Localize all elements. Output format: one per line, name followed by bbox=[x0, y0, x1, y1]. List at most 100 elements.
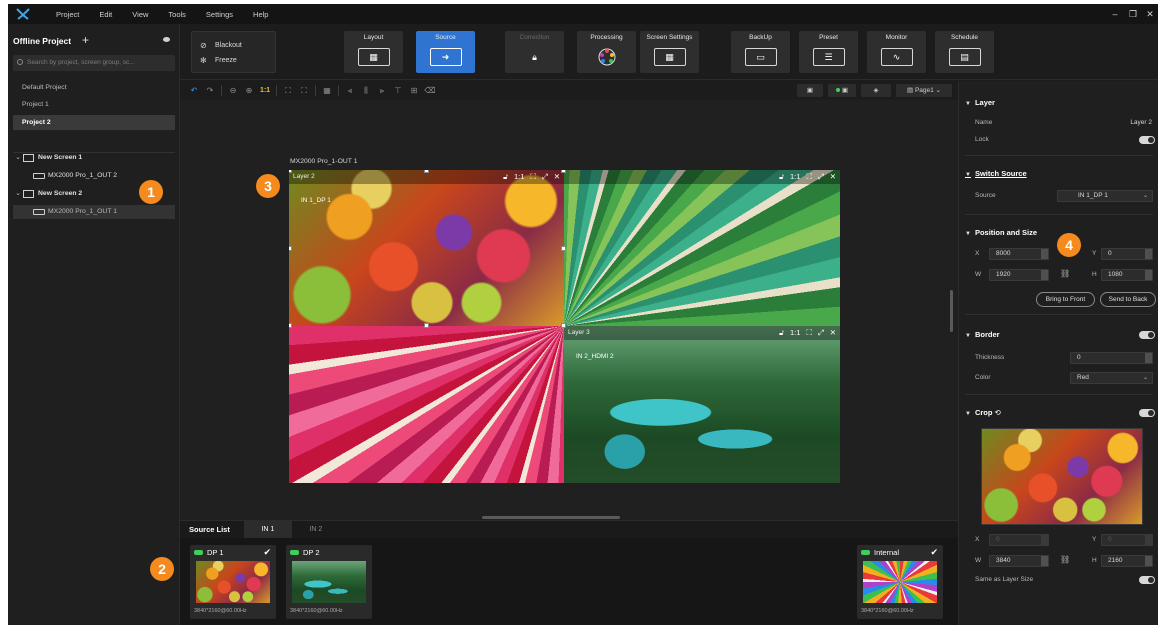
border-title[interactable]: ▼ Border bbox=[965, 330, 1000, 339]
zoom-1-1-button[interactable]: 1:1 bbox=[514, 172, 524, 182]
tree-screen-1[interactable]: ⌄ New Screen 1 bbox=[13, 151, 175, 165]
spinner-icon[interactable] bbox=[1041, 556, 1048, 566]
undo-icon[interactable]: ↶ bbox=[186, 86, 202, 95]
chevron-down-icon[interactable]: ⌄ bbox=[13, 151, 23, 165]
crop-h-input[interactable]: 2160 bbox=[1101, 555, 1153, 567]
close-layer-icon[interactable]: ✕ bbox=[830, 328, 836, 338]
layers-view-button[interactable]: ◈ bbox=[861, 84, 891, 97]
menu-tools[interactable]: Tools bbox=[158, 10, 196, 19]
close-layer-icon[interactable]: ✕ bbox=[830, 172, 836, 182]
source-card-internal[interactable]: Internal ✔ 3840*2160@60.00Hz bbox=[857, 545, 943, 619]
w-input[interactable]: 1920 bbox=[989, 269, 1049, 281]
menu-edit[interactable]: Edit bbox=[89, 10, 122, 19]
screen-preview[interactable]: Layer 2 IN 1_DP 1 🔓︎ 1:1 ⛶ ⤢ ✕ 🔓︎ 1:1 ⛶ … bbox=[289, 170, 840, 483]
crop-w-input[interactable]: 3840 bbox=[989, 555, 1049, 567]
fullscreen-icon[interactable]: ⤢ bbox=[818, 328, 824, 338]
tree-output-1[interactable]: MX2000 Pro_1_OUT 1 bbox=[13, 205, 175, 219]
menu-help[interactable]: Help bbox=[243, 10, 278, 19]
resize-handle[interactable] bbox=[289, 323, 292, 328]
fit-screen-icon[interactable]: ⛶ bbox=[280, 86, 296, 96]
spinner-icon[interactable] bbox=[1145, 556, 1152, 566]
resize-handle[interactable] bbox=[289, 170, 292, 173]
collapse-icon[interactable]: ▼ bbox=[965, 333, 971, 339]
collapse-icon[interactable]: ▼ bbox=[965, 172, 971, 178]
close-button[interactable]: ✕ bbox=[1141, 4, 1158, 24]
x-input[interactable]: 8000 bbox=[989, 248, 1049, 260]
screen-view-button[interactable]: ▣ bbox=[797, 84, 823, 97]
horizontal-scrollbar[interactable] bbox=[482, 516, 620, 519]
toolbar-backup-button[interactable]: BackUp ▭ bbox=[731, 31, 790, 73]
resize-handle[interactable] bbox=[289, 246, 292, 251]
fullscreen-icon[interactable]: ⤢ bbox=[818, 172, 824, 182]
fit-layer-icon[interactable]: ⛶ bbox=[296, 86, 312, 96]
resize-handle[interactable] bbox=[424, 170, 429, 173]
tab-in-1[interactable]: IN 1 bbox=[243, 521, 292, 538]
resize-handle[interactable] bbox=[561, 170, 566, 173]
align-top-icon[interactable]: ⊤ bbox=[390, 86, 406, 95]
freeze-button[interactable]: ✻ Freeze bbox=[200, 56, 237, 65]
blackout-button[interactable]: ⊘ Blackout bbox=[200, 41, 242, 50]
source-card-dp2[interactable]: DP 2 3840*2160@60.00Hz bbox=[286, 545, 372, 619]
vertical-scrollbar[interactable] bbox=[950, 290, 953, 332]
resize-handle[interactable] bbox=[561, 246, 566, 251]
zoom-out-icon[interactable]: ⊖ bbox=[225, 86, 241, 95]
search-input[interactable]: Search by project, screen group, sc... bbox=[13, 55, 175, 71]
toolbar-source-button[interactable]: Source ➜ bbox=[416, 31, 475, 73]
crop-preview[interactable] bbox=[981, 428, 1143, 525]
close-layer-icon[interactable]: ✕ bbox=[554, 172, 560, 182]
chevron-down-icon[interactable]: ⌄ bbox=[13, 187, 23, 201]
toolbar-layout-button[interactable]: Layout ▦ bbox=[344, 31, 403, 73]
toolbar-monitor-button[interactable]: Monitor ∿ bbox=[867, 31, 926, 73]
spinner-icon[interactable] bbox=[1041, 270, 1048, 280]
project-item-default[interactable]: Default Project bbox=[13, 80, 175, 95]
unlock-icon[interactable]: 🔓︎ bbox=[779, 172, 784, 182]
add-project-icon[interactable]: + bbox=[82, 33, 89, 47]
zoom-in-icon[interactable]: ⊕ bbox=[241, 86, 257, 95]
border-toggle[interactable] bbox=[1139, 331, 1155, 339]
toolbar-correction-button[interactable]: Correction 🔒︎ bbox=[505, 31, 564, 73]
source-card-dp1[interactable]: DP 1 ✔ 3840*2160@60.00Hz bbox=[190, 545, 276, 619]
source-select[interactable]: IN 1_DP 1 ⌄ bbox=[1057, 190, 1153, 202]
send-to-back-button[interactable]: Send to Back bbox=[1100, 292, 1156, 307]
fullscreen-icon[interactable]: ⤢ bbox=[542, 172, 548, 182]
minimize-button[interactable]: – bbox=[1106, 4, 1124, 24]
thickness-input[interactable]: 0 bbox=[1070, 352, 1153, 364]
align-center-icon[interactable]: ⫼ bbox=[358, 86, 374, 96]
collapse-icon[interactable]: ▼ bbox=[965, 101, 971, 107]
align-left-icon[interactable]: ⫷ bbox=[342, 86, 358, 96]
spinner-icon[interactable] bbox=[1145, 249, 1152, 259]
h-input[interactable]: 1080 bbox=[1101, 269, 1153, 281]
menu-view[interactable]: View bbox=[122, 10, 158, 19]
toolbar-screen-settings-button[interactable]: Screen Settings ▦ bbox=[640, 31, 699, 73]
maximize-button[interactable]: ❐ bbox=[1124, 4, 1142, 24]
spinner-icon[interactable] bbox=[1041, 535, 1048, 545]
fit-icon[interactable]: ⛶ bbox=[806, 172, 811, 182]
resize-handle[interactable] bbox=[424, 323, 429, 328]
toolbar-schedule-button[interactable]: Schedule ▤ bbox=[935, 31, 994, 73]
menu-settings[interactable]: Settings bbox=[196, 10, 243, 19]
lock-toggle[interactable] bbox=[1139, 136, 1155, 144]
layer-3[interactable]: Layer 3 IN 2_HDMI 2 🔓︎ 1:1 ⛶ ⤢ ✕ bbox=[564, 326, 840, 483]
layer-section-title[interactable]: ▼ Layer bbox=[965, 98, 995, 107]
position-size-title[interactable]: ▼ Position and Size bbox=[965, 228, 1037, 237]
collapse-icon[interactable]: ▼ bbox=[965, 231, 971, 237]
page-select[interactable]: ▤ Page1 ⌄ bbox=[896, 84, 952, 97]
tab-in-2[interactable]: IN 2 bbox=[292, 521, 340, 538]
spinner-icon[interactable] bbox=[1145, 270, 1152, 280]
spinner-icon[interactable] bbox=[1145, 535, 1152, 545]
fit-icon[interactable]: ⛶ bbox=[530, 172, 535, 182]
same-size-toggle[interactable] bbox=[1139, 576, 1155, 584]
eye-icon[interactable] bbox=[163, 37, 170, 42]
link-ratio-icon[interactable]: ⛓︎ bbox=[1060, 269, 1070, 278]
crop-title[interactable]: ▼ Crop ⟲ bbox=[965, 408, 1001, 417]
color-select[interactable]: Red ⌄ bbox=[1070, 372, 1153, 384]
link-ratio-icon[interactable]: ⛓︎ bbox=[1060, 555, 1070, 564]
unlock-icon[interactable]: 🔓︎ bbox=[779, 328, 784, 338]
spinner-icon[interactable] bbox=[1145, 353, 1152, 363]
fit-icon[interactable]: ⛶ bbox=[806, 328, 811, 338]
layer-pencils-green[interactable]: 🔓︎ 1:1 ⛶ ⤢ ✕ bbox=[564, 170, 840, 326]
zoom-1-1-button[interactable]: 1:1 bbox=[790, 328, 800, 338]
crop-x-input[interactable]: 0 bbox=[989, 534, 1049, 546]
unlock-icon[interactable]: 🔓︎ bbox=[503, 172, 508, 182]
layer-pencils-red[interactable] bbox=[289, 326, 564, 483]
